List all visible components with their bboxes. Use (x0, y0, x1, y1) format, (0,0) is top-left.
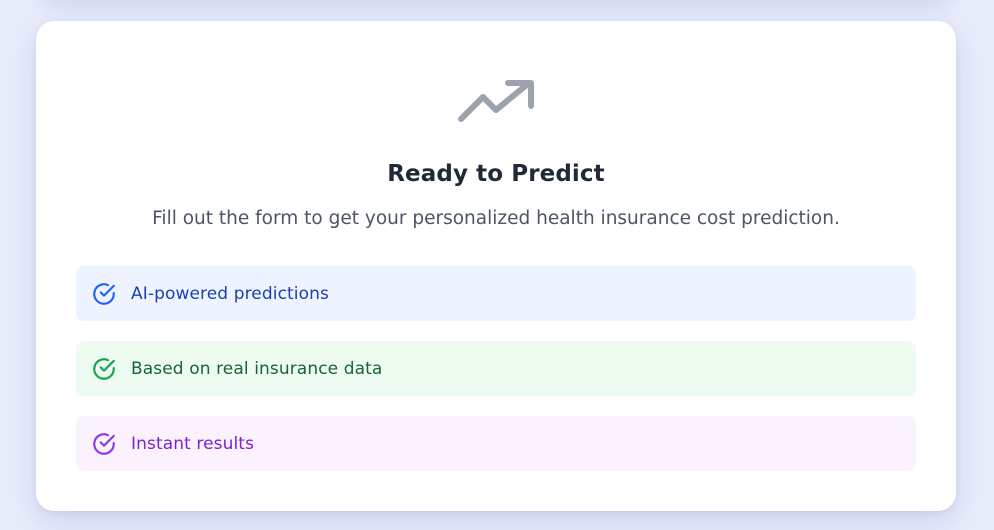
check-circle-icon (91, 281, 117, 307)
feature-real-data: Based on real insurance data (76, 341, 916, 396)
feature-ai-predictions: AI-powered predictions (76, 266, 916, 321)
feature-instant-results: Instant results (76, 416, 916, 471)
card-title: Ready to Predict (387, 161, 605, 187)
feature-list: AI-powered predictions Based on real ins… (76, 266, 916, 491)
prediction-placeholder-card: Ready to Predict Fill out the form to ge… (36, 21, 956, 511)
trending-up-icon (458, 79, 534, 123)
feature-label: Based on real insurance data (131, 358, 383, 379)
check-circle-icon (91, 356, 117, 382)
card-subtitle: Fill out the form to get your personaliz… (152, 208, 840, 229)
check-circle-icon (91, 431, 117, 457)
feature-label: Instant results (131, 433, 255, 454)
feature-label: AI-powered predictions (131, 283, 329, 304)
